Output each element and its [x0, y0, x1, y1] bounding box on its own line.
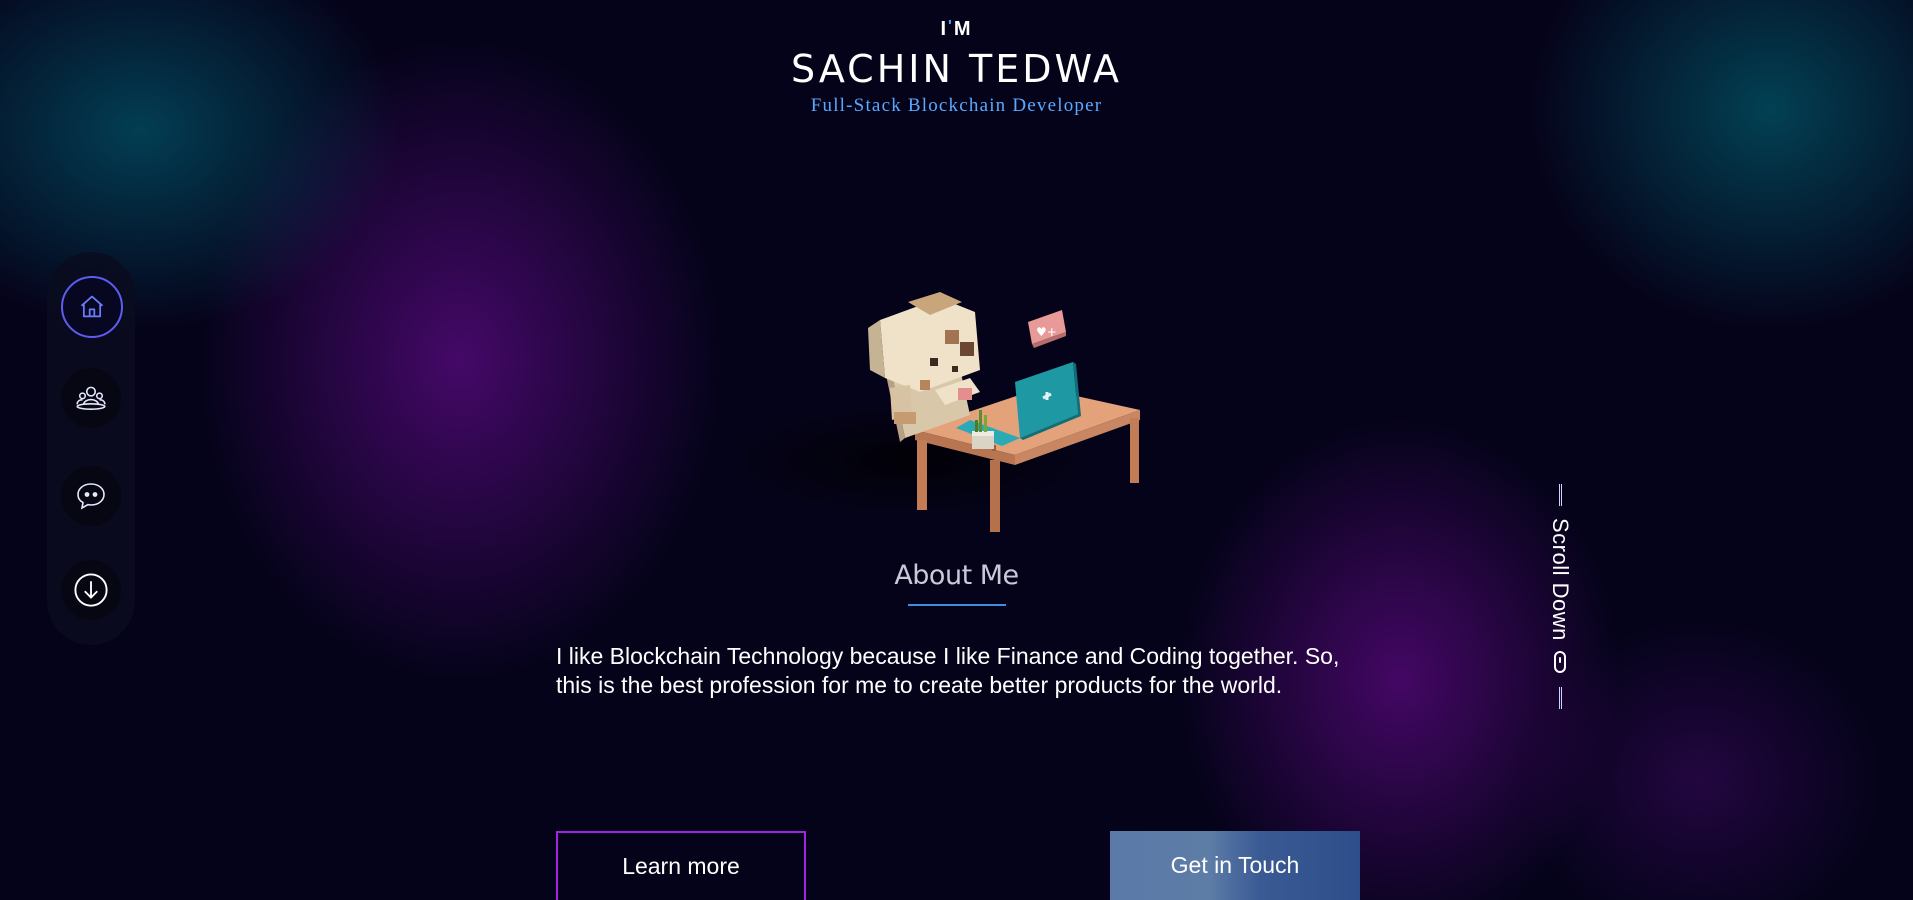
users-icon — [76, 386, 106, 410]
nav-about-button[interactable] — [61, 368, 121, 428]
scroll-down-label: Scroll Down — [1548, 518, 1573, 641]
scroll-down-indicator[interactable]: Scroll Down — [1545, 484, 1575, 724]
about-section-title: About Me — [894, 560, 1019, 591]
mouse-icon — [1554, 650, 1566, 673]
about-title-underline — [908, 604, 1006, 606]
hero-name: SACHIN TEDWA — [791, 47, 1122, 91]
hero-subtitle: Full-Stack Blockchain Developer — [810, 95, 1103, 116]
learn-more-button[interactable]: Learn more — [556, 831, 806, 900]
scroll-line-bottom — [1558, 686, 1562, 709]
get-in-touch-button[interactable]: Get in Touch — [1110, 831, 1360, 900]
voxel-developer-illustration: ♥+ — [710, 270, 1160, 560]
about-description: I like Blockchain Technology because I l… — [556, 643, 1340, 698]
nav-contact-button[interactable] — [61, 466, 121, 526]
hero-header: I'M SACHIN TEDWA Full-Stack Blockchain D… — [0, 18, 1913, 117]
voxel-dog-at-desk-image: ♥+ — [710, 292, 1140, 532]
home-icon — [80, 295, 104, 318]
chat-icon — [77, 483, 105, 510]
nav-home-button[interactable] — [61, 276, 123, 338]
scroll-line-top — [1558, 484, 1562, 506]
svg-text:♥+: ♥+ — [1036, 325, 1057, 339]
intro-text: I'M — [940, 18, 973, 40]
